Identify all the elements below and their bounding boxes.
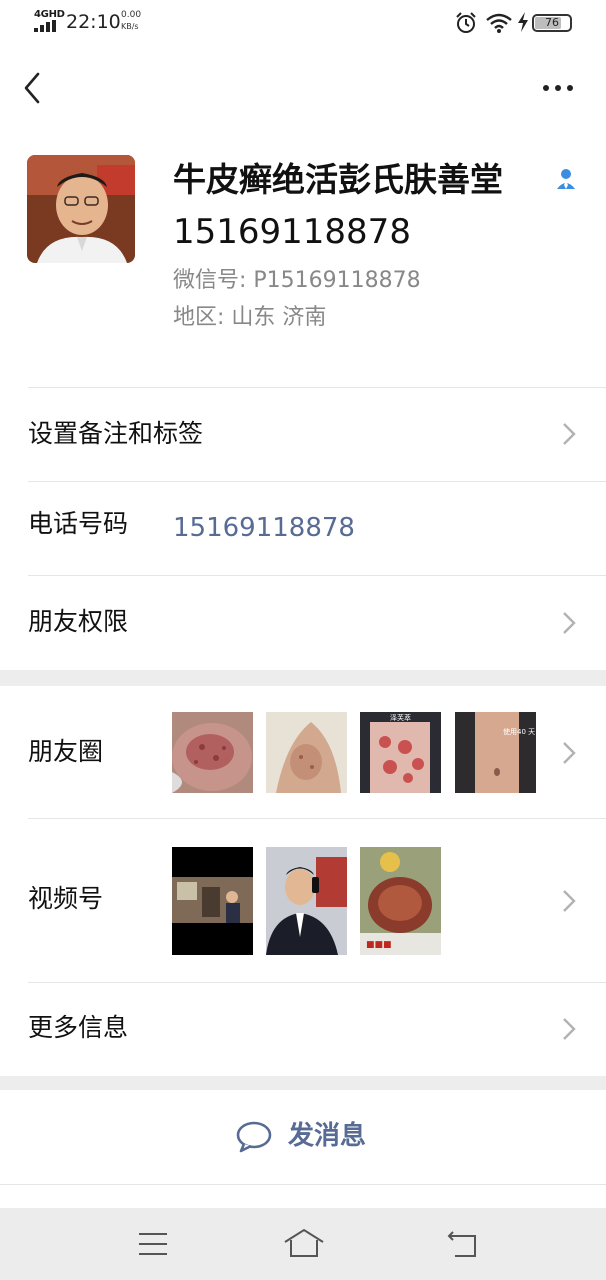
moments-row[interactable]: 朋友圈 泽芙萃 使用40 天: [0, 686, 606, 818]
channels-label: 视频号: [28, 884, 104, 913]
moment-thumbnail[interactable]: 使用40 天: [455, 712, 536, 793]
avatar[interactable]: [27, 155, 135, 263]
network-indicator: 4GHD: [34, 9, 65, 20]
chevron-right-icon: [563, 612, 576, 634]
divider: [0, 1184, 606, 1185]
speed-unit: KB/s: [121, 22, 139, 31]
channel-thumbnail[interactable]: [172, 847, 253, 955]
home-icon[interactable]: [283, 1228, 325, 1258]
alarm-icon: [456, 12, 476, 33]
remark-tags-label: 设置备注和标签: [28, 419, 204, 448]
network-speed: 0.00 KB/s: [121, 10, 141, 32]
moment-thumbnail[interactable]: [266, 712, 347, 793]
chevron-right-icon: [563, 890, 576, 912]
status-bar: 4GHD 22:10 0.00 KB/s 76: [0, 0, 606, 46]
chevron-right-icon: [563, 742, 576, 764]
more-options-icon[interactable]: [538, 74, 578, 102]
moment-thumbnail[interactable]: [172, 712, 253, 793]
section-separator: [0, 670, 606, 686]
menu-icon[interactable]: [138, 1232, 168, 1256]
more-info-label: 更多信息: [28, 1013, 129, 1042]
phone-label: 电话号码: [28, 509, 129, 538]
contact-phone-title: 15169118878: [173, 212, 411, 252]
back-icon[interactable]: [18, 68, 50, 108]
region: 地区: 山东 济南: [173, 305, 327, 330]
chevron-right-icon: [563, 1018, 576, 1040]
charging-icon: [518, 12, 528, 32]
wechat-id: 微信号: P15169118878: [173, 268, 421, 293]
user-icon: [557, 169, 575, 189]
friend-permissions-label: 朋友权限: [28, 607, 129, 636]
speed-value: 0.00: [121, 10, 142, 20]
clock: 22:10: [66, 11, 121, 33]
moment-thumbnail[interactable]: 泽芙萃: [360, 712, 441, 793]
phone-number-link[interactable]: 15169118878: [173, 510, 355, 546]
chevron-right-icon: [563, 423, 576, 445]
section-separator: [0, 1076, 606, 1090]
contact-name: 牛皮癣绝活彭氏肤善堂: [173, 160, 503, 199]
more-info-row[interactable]: 更多信息: [0, 983, 606, 1076]
remark-tags-row[interactable]: 设置备注和标签: [0, 388, 606, 481]
moment-overlay-text: 泽芙萃: [390, 713, 411, 722]
friend-permissions-row[interactable]: 朋友权限: [0, 576, 606, 669]
svg-text:■■■: ■■■: [366, 940, 392, 950]
signal-icon: [34, 20, 56, 32]
channel-thumbnail[interactable]: ■■■: [360, 847, 441, 955]
system-navigation-bar: [0, 1208, 606, 1280]
back-nav-icon[interactable]: [447, 1230, 479, 1258]
moment-overlay-text: 使用40 天: [503, 727, 535, 736]
wifi-icon: [486, 13, 512, 33]
chat-bubble-icon: [236, 1121, 272, 1153]
battery-indicator: 76: [532, 14, 572, 32]
moments-label: 朋友圈: [28, 737, 104, 766]
battery-level: 76: [545, 16, 559, 29]
send-message-label: 发消息: [288, 1121, 367, 1151]
channels-row[interactable]: 视频号 ■■■: [0, 819, 606, 981]
channel-thumbnail[interactable]: [266, 847, 347, 955]
